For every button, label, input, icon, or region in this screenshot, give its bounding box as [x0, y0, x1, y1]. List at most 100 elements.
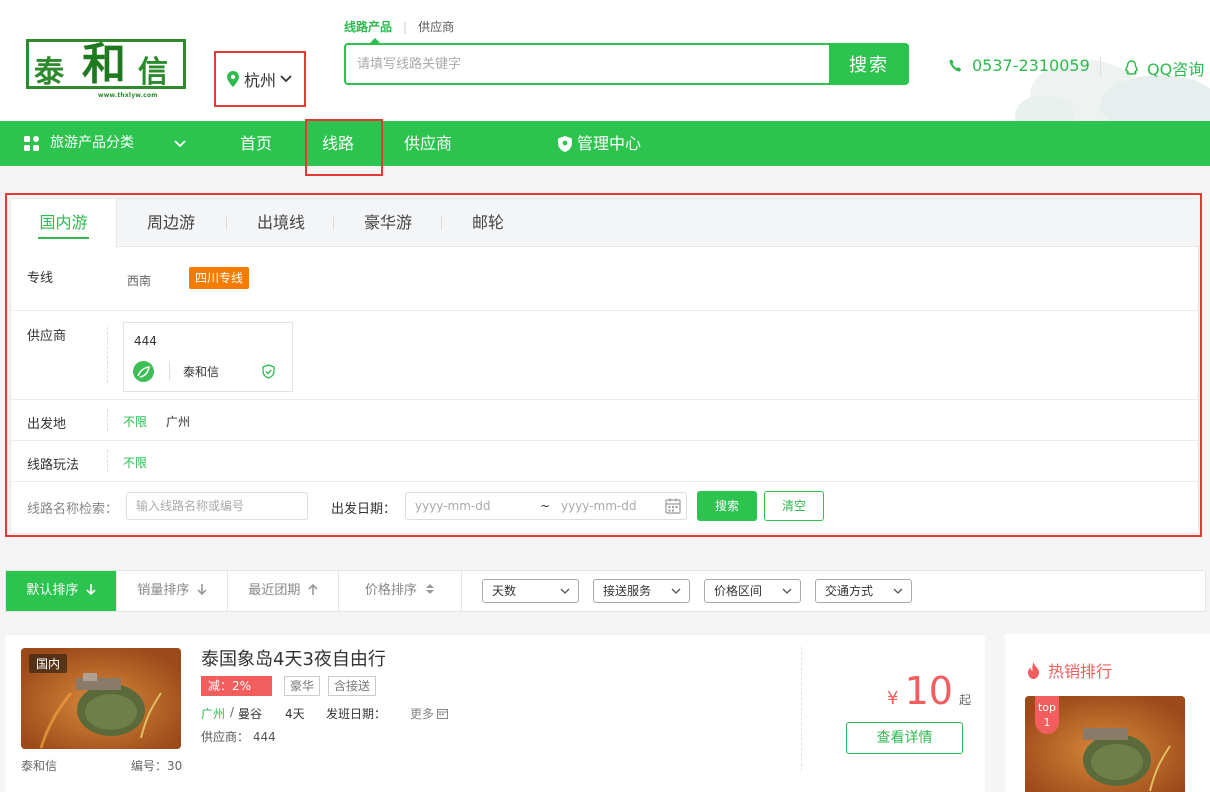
- calendar-icon: [437, 709, 449, 719]
- tab-domestic[interactable]: 国内游: [11, 199, 117, 248]
- sort-price-label: 价格排序: [364, 583, 417, 598]
- chevron-down-icon: [174, 139, 186, 147]
- more-dates-link[interactable]: 更多: [410, 705, 449, 722]
- product-days: 4天: [285, 707, 305, 721]
- shield-icon: [558, 135, 572, 152]
- arrow-down-icon: [86, 584, 96, 596]
- sort-bar: 默认排序 销量排序 最近团期 价格排序 天数 接送服务 价格区间 交通方式: [5, 570, 1206, 612]
- supplier-card[interactable]: 444 泰和信: [123, 322, 293, 392]
- city-selector[interactable]: 杭州: [214, 51, 306, 107]
- qq-penguin-icon: [1125, 60, 1138, 75]
- price-suffix: 起: [959, 693, 972, 707]
- row-divider: [107, 327, 108, 383]
- tab-outbound[interactable]: 出境线: [257, 199, 305, 247]
- supplier-number: 444: [134, 334, 157, 348]
- tab-separator: [333, 216, 334, 230]
- sort-separator: [461, 571, 462, 611]
- route-name-input[interactable]: [126, 492, 308, 520]
- search-input[interactable]: [346, 45, 830, 83]
- leaf-icon: [137, 366, 150, 378]
- date-start-placeholder: yyyy-mm-dd: [415, 499, 491, 513]
- sort-default[interactable]: 默认排序: [6, 571, 116, 611]
- search-tab-suppliers[interactable]: 供应商: [418, 18, 454, 35]
- phone-contact[interactable]: 0537-2310059: [948, 56, 1090, 75]
- dropdown-transfer-label: 接送服务: [603, 584, 652, 598]
- rank-badge-number: 1: [1043, 716, 1051, 729]
- product-supplier: 供应商： 444: [201, 730, 276, 744]
- qq-consult[interactable]: QQ咨询: [1124, 56, 1204, 80]
- date-label: 出发日期：: [331, 502, 397, 517]
- dropdown-price-range[interactable]: 价格区间: [704, 579, 801, 603]
- dropdown-transport[interactable]: 交通方式: [815, 579, 912, 603]
- header: 泰 和 信 www.thxlyw.com 杭州 线路产品 | 供应商 搜索 05…: [0, 0, 1210, 121]
- route-separator: /: [230, 705, 235, 719]
- route-from: 广州: [201, 707, 226, 721]
- header-divider: [1100, 57, 1101, 77]
- filter-row-search: 线路名称检索： 出发日期： yyyy-mm-dd ~ yyyy-mm-dd 搜索…: [11, 482, 1200, 530]
- nav-home[interactable]: 首页: [240, 121, 272, 166]
- dropdown-transfer[interactable]: 接送服务: [593, 579, 690, 603]
- nav-admin[interactable]: 管理中心: [558, 121, 641, 166]
- site-logo[interactable]: 泰 和 信 www.thxlyw.com: [26, 28, 186, 100]
- filter-search-button[interactable]: 搜索: [697, 491, 757, 521]
- active-tab-underline: [38, 237, 89, 239]
- tag-luxury: 豪华: [284, 676, 321, 696]
- row-divider: [107, 409, 108, 431]
- dropdown-transport-label: 交通方式: [825, 584, 874, 598]
- chevron-down-icon: [782, 588, 792, 594]
- arrow-down-icon: [197, 584, 207, 596]
- tab-nearby[interactable]: 周边游: [147, 199, 195, 247]
- verified-shield-icon: [262, 364, 275, 379]
- calendar-icon[interactable]: [665, 498, 681, 514]
- sort-updown-icon: [426, 584, 435, 594]
- phone-icon: [949, 59, 962, 72]
- departure-date-label: 发班日期：: [326, 707, 387, 721]
- tab-separator: [226, 216, 227, 230]
- tab-luxury[interactable]: 豪华游: [364, 199, 412, 247]
- search-tab-routes[interactable]: 线路产品: [344, 18, 392, 35]
- hot-item-thumbnail[interactable]: top 1: [1025, 696, 1185, 792]
- hot-ranking-label: 热销排行: [1048, 662, 1113, 681]
- filter-row-play: 线路玩法 不限: [11, 441, 1200, 482]
- play-option-any[interactable]: 不限: [123, 454, 147, 471]
- filter-panel-highlight: 国内游 周边游 出境线 豪华游 邮轮 专线 西南 四川专线 供应商 444 泰和…: [5, 193, 1202, 537]
- line-option-southwest[interactable]: 西南: [127, 272, 151, 289]
- product-code: 编号：30: [131, 759, 183, 773]
- nav-suppliers[interactable]: 供应商: [404, 121, 452, 166]
- chevron-down-icon: [893, 588, 903, 594]
- rank-badge: top 1: [1035, 696, 1059, 734]
- search-button[interactable]: 搜索: [829, 43, 909, 85]
- product-brand: 泰和信: [21, 759, 58, 773]
- departure-option-any[interactable]: 不限: [123, 413, 147, 430]
- departure-option-guangzhou[interactable]: 广州: [166, 413, 190, 430]
- filter-row-departure: 出发地 不限 广州: [11, 400, 1200, 441]
- search-box: 搜索: [344, 43, 909, 85]
- product-divider: [801, 647, 802, 771]
- sort-sales[interactable]: 销量排序: [117, 571, 227, 611]
- view-detail-button[interactable]: 查看详情: [846, 722, 963, 754]
- chevron-down-icon: [280, 75, 292, 83]
- product-card: 国内 泰国象岛4天3夜自由行 减：2% 豪华 含接送 广州 / 曼谷 4天 发班…: [5, 634, 985, 792]
- dropdown-days[interactable]: 天数: [482, 579, 579, 603]
- sort-recent-label: 最近团期: [248, 583, 301, 598]
- nav-admin-label: 管理中心: [577, 134, 642, 153]
- tab-separator: [441, 216, 442, 230]
- tab-cruise[interactable]: 邮轮: [472, 199, 504, 247]
- product-title[interactable]: 泰国象岛4天3夜自由行: [201, 645, 386, 671]
- qq-label: QQ咨询: [1147, 60, 1205, 79]
- filter-clear-button[interactable]: 清空: [764, 491, 824, 521]
- sort-recent[interactable]: 最近团期: [228, 571, 338, 611]
- filter-panel: 国内游 周边游 出境线 豪华游 邮轮 专线 西南 四川专线 供应商 444 泰和…: [10, 198, 1200, 534]
- product-thumbnail[interactable]: 国内: [21, 648, 181, 749]
- region-tag: 国内: [29, 654, 68, 673]
- name-search-label: 线路名称检索：: [27, 502, 119, 517]
- date-range-input[interactable]: yyyy-mm-dd ~ yyyy-mm-dd: [405, 492, 687, 520]
- line-option-sichuan[interactable]: 四川专线: [189, 267, 250, 289]
- sort-default-label: 默认排序: [26, 583, 79, 598]
- arrow-up-icon: [308, 583, 318, 595]
- category-menu[interactable]: 旅游产品分类: [24, 121, 186, 166]
- logo-char-2: 和: [82, 39, 126, 90]
- sort-price[interactable]: 价格排序: [339, 571, 461, 611]
- logo-char-3: 信: [138, 55, 168, 90]
- dropdown-price-range-label: 价格区间: [714, 584, 763, 598]
